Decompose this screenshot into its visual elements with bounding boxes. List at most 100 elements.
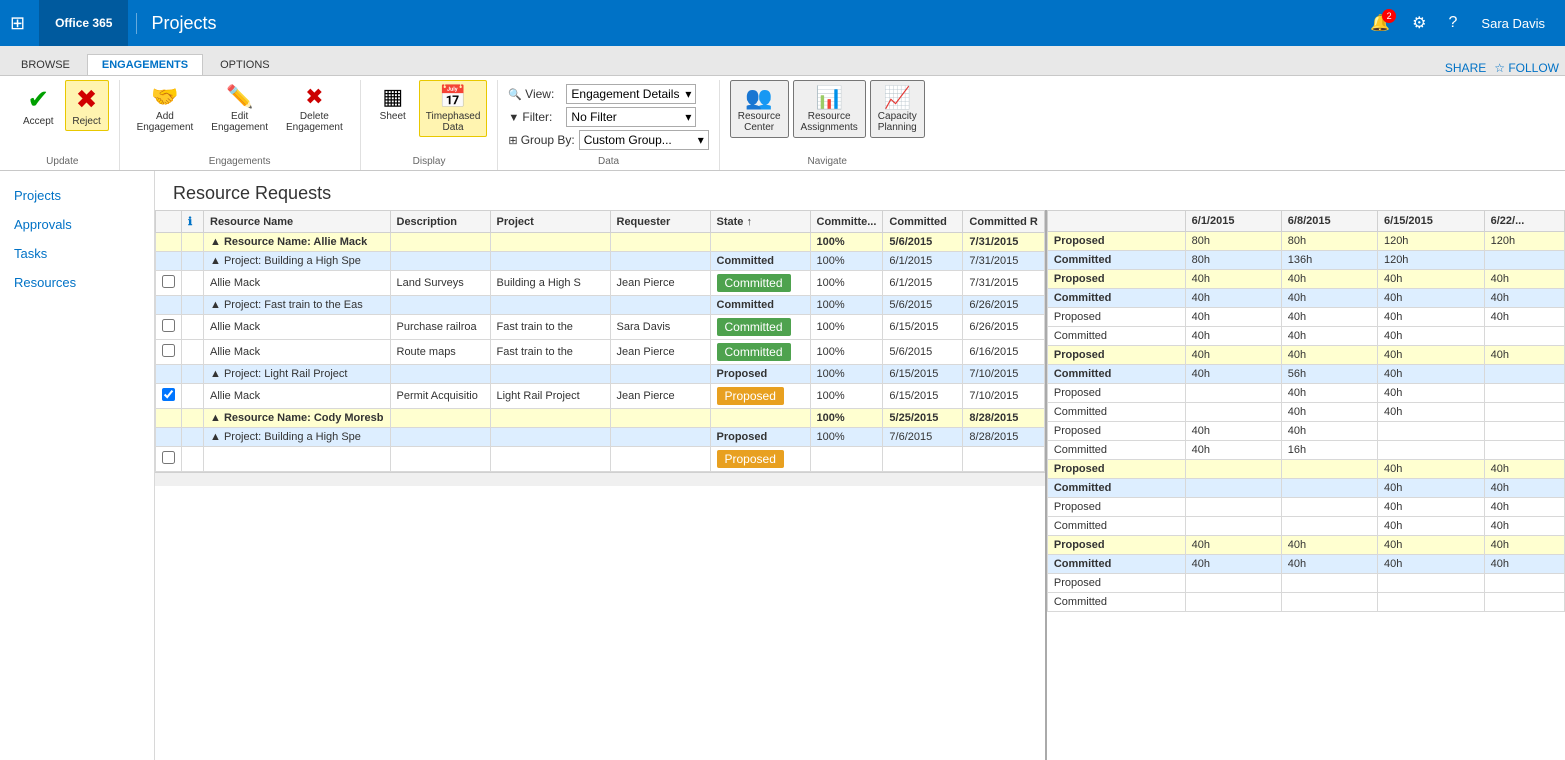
page-title: Projects [136, 13, 216, 34]
table-row[interactable]: Proposed [156, 447, 1045, 472]
ribbon-group-engagements: 🤝 AddEngagement ✏️ EditEngagement ✖ Dele… [120, 80, 361, 170]
resource-center-icon: 👥 [745, 85, 772, 111]
main-table: ℹ Resource Name Description Project Requ… [155, 210, 1045, 472]
table-row: ▲ Project: Building a High Spe Proposed … [156, 428, 1045, 447]
row-checkbox[interactable] [162, 275, 175, 288]
table-body: ▲ Resource Name: Allie Mack 100% 5/6/201… [156, 233, 1045, 472]
groupby-dropdown[interactable]: Custom Group... ▾ [579, 130, 709, 150]
top-bar-actions: 🔔 2 ⚙ ? Sara Davis [1362, 9, 1555, 37]
app-name[interactable]: Office 365 [39, 0, 128, 46]
col-date2[interactable]: 6/8/2015 [1281, 211, 1377, 232]
grid-icon[interactable]: ⊞ [10, 13, 25, 34]
update-group-label: Update [16, 154, 109, 170]
filter-label: ▼ Filter: [508, 110, 562, 124]
col-state[interactable]: State ↑ [710, 211, 810, 233]
table-row[interactable]: Allie Mack Route maps Fast train to the … [156, 340, 1045, 365]
col-date3[interactable]: 6/15/2015 [1377, 211, 1484, 232]
ribbon-data-controls: 🔍 View: Engagement Details ▾ ▼ Filter: N… [508, 80, 708, 154]
timephased-label: TimephasedData [426, 111, 481, 133]
main-content: Projects Approvals Tasks Resources Resou… [0, 171, 1565, 760]
left-table: ℹ Resource Name Description Project Requ… [155, 210, 1045, 760]
resource-group-name: ▲ Resource Name: Allie Mack [204, 233, 391, 252]
col-date1[interactable]: 6/1/2015 [1185, 211, 1281, 232]
table-row: Committed40h40h [1047, 403, 1564, 422]
sidebar-item-projects[interactable]: Projects [0, 181, 154, 210]
ribbon-group-data: 🔍 View: Engagement Details ▾ ▼ Filter: N… [498, 80, 719, 170]
table-row[interactable]: Allie Mack Purchase railroa Fast train t… [156, 315, 1045, 340]
resource-assignments-button[interactable]: 📊 ResourceAssignments [793, 80, 866, 138]
help-button[interactable]: ? [1441, 10, 1466, 36]
table-row: Proposed40h40h [1047, 422, 1564, 441]
row-checkbox[interactable] [162, 451, 175, 464]
add-engagement-label: AddEngagement [137, 111, 194, 133]
col-committed-end[interactable]: Committed R [963, 211, 1044, 233]
ribbon-update-buttons: ✔ Accept ✖ Reject [16, 80, 109, 154]
ribbon-group-display: ▦ Sheet 📅 TimephasedData Display [361, 80, 499, 170]
delete-engagement-button[interactable]: ✖ DeleteEngagement [279, 80, 350, 137]
info-cell [182, 233, 204, 252]
table-row: Proposed40h40h [1047, 384, 1564, 403]
table-row: ▲ Project: Building a High Spe Committed… [156, 252, 1045, 271]
sidebar-item-resources[interactable]: Resources [0, 268, 154, 297]
top-bar: ⊞ Office 365 Projects 🔔 2 ⚙ ? Sara Davis [0, 0, 1565, 46]
sheet-icon: ▦ [382, 84, 403, 110]
col-checkbox [156, 211, 182, 233]
sheet-button[interactable]: ▦ Sheet [371, 80, 415, 126]
view-dropdown[interactable]: Engagement Details ▾ [566, 84, 696, 104]
ribbon-engagement-buttons: 🤝 AddEngagement ✏️ EditEngagement ✖ Dele… [130, 80, 350, 154]
sheet-label: Sheet [380, 111, 406, 122]
delete-engagement-icon: ✖ [305, 84, 323, 110]
ribbon-tabs: BROWSE ENGAGEMENTS OPTIONS SHARE ☆ FOLLO… [0, 46, 1565, 76]
capacity-planning-button[interactable]: 📈 CapacityPlanning [870, 80, 925, 138]
col-date4[interactable]: 6/22/... [1484, 211, 1564, 232]
tab-engagements[interactable]: ENGAGEMENTS [87, 54, 203, 75]
resource-assignments-icon: 📊 [815, 85, 842, 111]
col-info: ℹ [182, 211, 204, 233]
ribbon-group-update: ✔ Accept ✖ Reject Update [6, 80, 120, 170]
user-name[interactable]: Sara Davis [1471, 16, 1555, 31]
col-committed-start[interactable]: Committed [883, 211, 963, 233]
follow-button[interactable]: ☆ FOLLOW [1494, 61, 1559, 75]
share-button[interactable]: SHARE [1445, 61, 1486, 75]
settings-button[interactable]: ⚙ [1404, 9, 1434, 37]
col-requester[interactable]: Requester [610, 211, 710, 233]
status-badge: Proposed [717, 387, 784, 405]
timephased-body: Proposed80h80h120h120h Committed80h136h1… [1047, 232, 1564, 612]
accept-button[interactable]: ✔ Accept [16, 80, 61, 131]
row-checkbox[interactable] [162, 319, 175, 332]
edit-engagement-icon: ✏️ [226, 84, 253, 110]
table-row: Committed [1047, 593, 1564, 612]
table-row[interactable]: Allie Mack Land Surveys Building a High … [156, 271, 1045, 296]
content-area: Resource Requests ℹ Resource Name Descri… [155, 171, 1565, 760]
table-row[interactable]: Allie Mack Permit Acquisitio Light Rail … [156, 384, 1045, 409]
timephased-table: 6/1/2015 6/8/2015 6/15/2015 6/22/... Pro… [1047, 210, 1565, 612]
table-row: ▲ Resource Name: Cody Moresb 100% 5/25/2… [156, 409, 1045, 428]
reject-button[interactable]: ✖ Reject [65, 80, 109, 131]
ribbon-display-buttons: ▦ Sheet 📅 TimephasedData [371, 80, 488, 154]
col-resource-name[interactable]: Resource Name [204, 211, 391, 233]
delete-engagement-label: DeleteEngagement [286, 111, 343, 133]
capacity-planning-icon: 📈 [884, 85, 911, 111]
tab-browse[interactable]: BROWSE [6, 54, 85, 75]
notifications-button[interactable]: 🔔 2 [1362, 9, 1398, 37]
col-description[interactable]: Description [390, 211, 490, 233]
add-engagement-button[interactable]: 🤝 AddEngagement [130, 80, 201, 137]
edit-engagement-button[interactable]: ✏️ EditEngagement [204, 80, 275, 137]
row-checkbox[interactable] [162, 388, 175, 401]
row-checkbox[interactable] [162, 344, 175, 357]
table-header-row: ℹ Resource Name Description Project Requ… [156, 211, 1045, 233]
timephased-button[interactable]: 📅 TimephasedData [419, 80, 488, 137]
h-scroll-bar[interactable] [155, 472, 1045, 486]
table-row: ▲ Project: Fast train to the Eas Committ… [156, 296, 1045, 315]
filter-chevron-icon: ▾ [685, 110, 691, 124]
table-row: Proposed80h80h120h120h [1047, 232, 1564, 251]
col-committed-pct[interactable]: Committe... [810, 211, 883, 233]
table-row: ▲ Resource Name: Allie Mack 100% 5/6/201… [156, 233, 1045, 252]
tab-options[interactable]: OPTIONS [205, 54, 285, 75]
resource-center-button[interactable]: 👥 ResourceCenter [730, 80, 789, 138]
sidebar-item-approvals[interactable]: Approvals [0, 210, 154, 239]
edit-engagement-label: EditEngagement [211, 111, 268, 133]
filter-dropdown[interactable]: No Filter ▾ [566, 107, 696, 127]
col-project[interactable]: Project [490, 211, 610, 233]
sidebar-item-tasks[interactable]: Tasks [0, 239, 154, 268]
